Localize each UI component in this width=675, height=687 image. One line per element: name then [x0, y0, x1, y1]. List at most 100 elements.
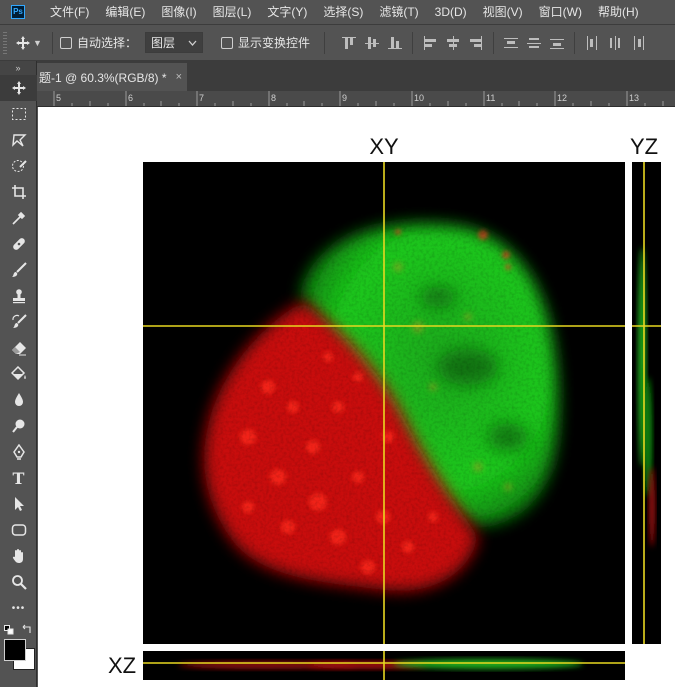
divider: [574, 31, 576, 54]
document-tab-title: 题-1 @ 60.3%(RGB/8) *: [39, 70, 167, 85]
eyedropper-icon: [11, 211, 25, 225]
foreground-color-swatch[interactable]: [4, 639, 26, 661]
paint-bucket-icon: [10, 366, 26, 381]
ruler-tick-label: 11: [486, 93, 496, 103]
ruler-tick-label: 13: [629, 93, 640, 103]
brush-tool[interactable]: [0, 257, 37, 283]
divider: [412, 31, 414, 54]
menu-select[interactable]: 选择(S): [315, 0, 371, 24]
menu-type[interactable]: 文字(Y): [259, 0, 315, 24]
color-swatches: [0, 621, 36, 679]
divider: [52, 31, 53, 54]
zoom-tool[interactable]: [0, 569, 37, 595]
options-bar-grip[interactable]: [3, 31, 7, 54]
healing-brush-tool[interactable]: [0, 231, 37, 257]
divider: [493, 31, 495, 54]
menu-layer[interactable]: 图层(L): [205, 0, 260, 24]
move-tool[interactable]: [0, 75, 37, 101]
quick-selection-tool[interactable]: [0, 153, 37, 179]
ruler-tick-label: 7: [199, 93, 205, 103]
crop-icon: [11, 185, 26, 199]
menu-3d[interactable]: 3D(D): [427, 0, 475, 24]
move-icon: [11, 81, 26, 95]
pen-tool[interactable]: [0, 439, 37, 465]
ruler-tick-label: 6: [128, 93, 134, 103]
quick-selection-icon: [11, 160, 27, 172]
water-drop-icon: [14, 393, 23, 406]
auto-select-target-value: 图层: [151, 36, 176, 50]
document-tab[interactable]: 题-1 @ 60.3%(RGB/8) * ×: [37, 63, 187, 91]
distribute-bottom-edges-icon[interactable]: [550, 36, 565, 50]
align-right-edges-icon[interactable]: [469, 35, 483, 50]
type-tool[interactable]: T: [0, 465, 37, 491]
rectangle-tool[interactable]: [0, 517, 37, 543]
menu-filter[interactable]: 滤镜(T): [371, 0, 426, 24]
default-colors-icon[interactable]: [4, 625, 14, 635]
distribute-vertical-centers-icon[interactable]: [527, 36, 542, 50]
distribute-right-edges-icon[interactable]: [631, 35, 645, 50]
hand-tool[interactable]: [0, 543, 37, 569]
bandage-icon: [12, 238, 25, 250]
path-selection-tool[interactable]: [0, 491, 37, 517]
dodge-tool[interactable]: [0, 413, 37, 439]
auto-select-target-dropdown[interactable]: 图层: [145, 32, 204, 53]
align-bottom-edges-icon[interactable]: [388, 36, 403, 50]
eraser-tool[interactable]: [0, 335, 37, 361]
history-brush-tool[interactable]: [0, 309, 37, 335]
distribute-top-edges-icon[interactable]: [504, 36, 519, 50]
yz-label: YZ: [630, 134, 658, 159]
move-icon: [16, 35, 30, 50]
menu-bar: Ps 文件(F) 编辑(E) 图像(I) 图层(L) 文字(Y) 选择(S) 滤…: [0, 0, 675, 24]
menu-view[interactable]: 视图(V): [475, 0, 531, 24]
stamp-icon: [12, 289, 25, 304]
menu-image[interactable]: 图像(I): [153, 0, 204, 24]
paint-bucket-tool[interactable]: [0, 361, 37, 387]
pen-icon: [12, 444, 25, 460]
show-transform-checkbox[interactable]: [221, 36, 234, 49]
clone-stamp-tool[interactable]: [0, 283, 37, 309]
horizontal-ruler[interactable]: 5 6 7 8 9 10 11 12 13: [37, 91, 675, 107]
align-horizontal-centers-icon[interactable]: [446, 35, 460, 50]
hand-icon: [12, 549, 23, 563]
distribute-horizontal-centers-icon[interactable]: [608, 35, 622, 50]
photoshop-logo-icon[interactable]: Ps: [11, 5, 25, 19]
orthogonal-view-image: XY YZ XZ: [108, 134, 661, 680]
rectangular-marquee-tool[interactable]: [0, 101, 37, 127]
align-left-edges-icon[interactable]: [423, 35, 437, 50]
document-canvas[interactable]: XY YZ XZ: [38, 107, 675, 687]
align-buttons: [342, 31, 645, 54]
auto-select-checkbox[interactable]: [60, 36, 72, 49]
ruler-tick-label: 12: [557, 93, 568, 103]
chevron-down-icon: [188, 40, 197, 46]
document-tab-bar: 题-1 @ 60.3%(RGB/8) * ×: [37, 61, 675, 91]
align-top-edges-icon[interactable]: [342, 36, 357, 50]
blur-tool[interactable]: [0, 387, 37, 413]
menu-window[interactable]: 窗口(W): [531, 0, 590, 24]
more-icon: •••: [11, 602, 26, 614]
ruler-tick-label: 9: [342, 93, 348, 103]
xy-label: XY: [369, 134, 399, 159]
crop-tool[interactable]: [0, 179, 37, 205]
menu-edit[interactable]: 编辑(E): [97, 0, 153, 24]
swap-colors-icon[interactable]: [22, 624, 32, 634]
tool-preset-picker[interactable]: ▼: [15, 35, 45, 51]
menu-help[interactable]: 帮助(H): [590, 0, 647, 24]
show-transform-label: 显示变换控件: [238, 36, 311, 50]
auto-select-label: 自动选择：: [77, 36, 138, 50]
align-vertical-centers-icon[interactable]: [365, 36, 380, 50]
distribute-left-edges-icon[interactable]: [585, 35, 599, 50]
options-bar: ▼ 自动选择： 图层 显示变换控件: [0, 24, 675, 61]
lasso-tool[interactable]: [0, 127, 37, 153]
marquee-icon: [11, 108, 26, 120]
menu-file[interactable]: 文件(F): [42, 0, 97, 24]
ruler-tick-label: 5: [56, 93, 62, 103]
eyedropper-tool[interactable]: [0, 205, 37, 231]
xz-label: XZ: [108, 653, 136, 678]
brush-icon: [11, 262, 27, 277]
close-icon[interactable]: ×: [176, 71, 182, 83]
eraser-icon: [11, 342, 26, 356]
type-icon: T: [12, 468, 25, 488]
more-tools[interactable]: •••: [0, 595, 37, 621]
tools-panel: » T •••: [0, 61, 37, 687]
tools-panel-expand-icon[interactable]: »: [0, 61, 36, 75]
